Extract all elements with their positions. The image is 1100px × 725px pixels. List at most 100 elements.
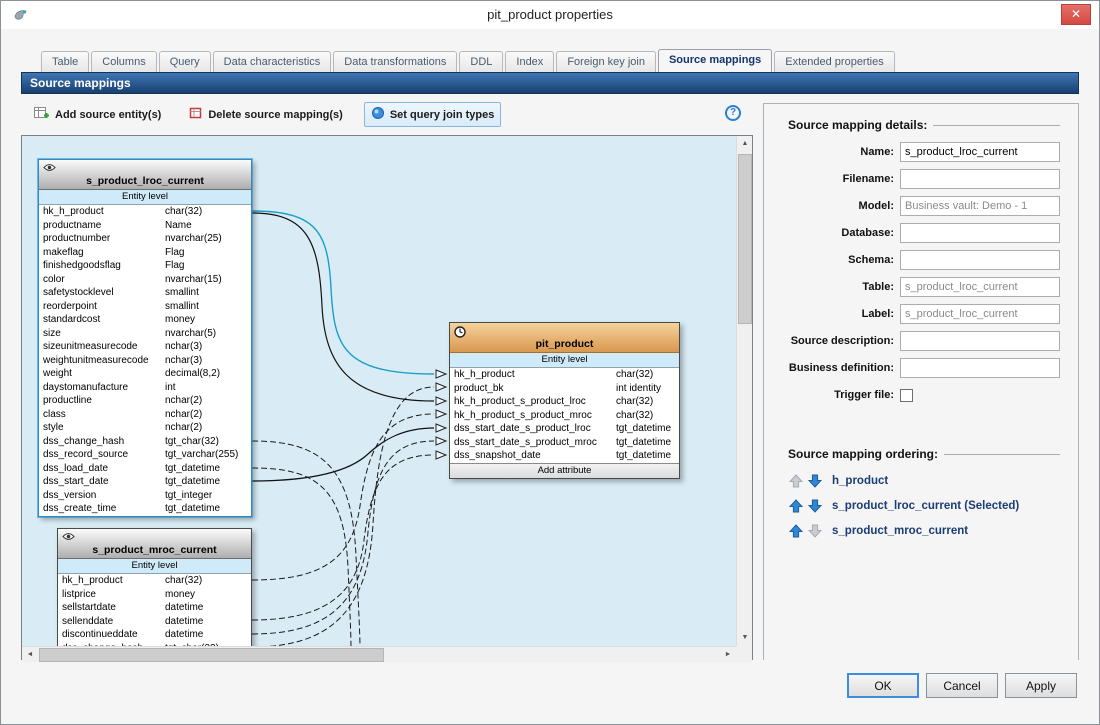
column-row[interactable]: dss_load_datetgt_datetime: [39, 462, 251, 476]
column-row[interactable]: classnchar(2): [39, 408, 251, 422]
column-row[interactable]: daystomanufactureint: [39, 381, 251, 395]
column-row[interactable]: productnameName: [39, 219, 251, 233]
column-row[interactable]: dss_create_timetgt_datetime: [39, 502, 251, 516]
column-type: Name: [165, 219, 192, 233]
apply-button[interactable]: Apply: [1005, 673, 1077, 698]
details-title: Source mapping details:: [788, 118, 927, 132]
horizontal-scroll-thumb[interactable]: [39, 648, 384, 662]
move-up-button[interactable]: [788, 499, 803, 514]
column-row[interactable]: productlinenchar(2): [39, 394, 251, 408]
field-input-business-definition[interactable]: [900, 358, 1060, 378]
column-row[interactable]: sellstartdatedatetime: [58, 601, 251, 615]
field-input-source-description[interactable]: [900, 331, 1060, 351]
tab-extended-properties[interactable]: Extended properties: [774, 51, 894, 72]
column-name: dss_create_time: [43, 502, 165, 516]
entity-columns: hk_h_productchar(32)product_bkint identi…: [450, 368, 679, 463]
column-name: dss_start_date_s_product_lroc: [454, 422, 616, 436]
tab-query[interactable]: Query: [159, 51, 211, 72]
tab-data-characteristics[interactable]: Data characteristics: [213, 51, 332, 72]
scroll-down-arrow[interactable]: ▼: [737, 630, 753, 646]
properties-dialog: pit_product properties ✕ TableColumnsQue…: [0, 0, 1100, 725]
vertical-scroll-thumb[interactable]: [738, 154, 752, 324]
column-row[interactable]: hk_h_productchar(32): [450, 368, 679, 382]
delete-source-mapping-button[interactable]: Delete source mapping(s): [182, 102, 349, 127]
column-row[interactable]: dss_change_hashtgt_char(32): [39, 435, 251, 449]
column-row[interactable]: sizenvarchar(5): [39, 327, 251, 341]
column-row[interactable]: hk_h_productchar(32): [39, 205, 251, 219]
move-up-button[interactable]: [788, 524, 803, 539]
diagram-canvas[interactable]: s_product_lroc_currentEntity levelhk_h_p…: [21, 135, 753, 663]
column-row[interactable]: makeflagFlag: [39, 246, 251, 260]
set-query-join-types-button[interactable]: Set query join types: [364, 102, 502, 127]
column-row[interactable]: dss_start_datetgt_datetime: [39, 475, 251, 489]
field-row-label: Label:: [788, 304, 1060, 324]
column-type: money: [165, 588, 195, 602]
ok-button[interactable]: OK: [847, 673, 919, 698]
column-row[interactable]: discontinueddatedatetime: [58, 628, 251, 642]
column-row[interactable]: reorderpointsmallint: [39, 300, 251, 314]
field-row-filename: Filename:: [788, 169, 1060, 189]
column-name: hk_h_product: [43, 205, 165, 219]
help-icon[interactable]: ?: [725, 105, 741, 121]
delete-table-icon: [189, 106, 203, 123]
column-row[interactable]: sizeunitmeasurecodenchar(3): [39, 340, 251, 354]
column-row[interactable]: sellenddatedatetime: [58, 615, 251, 629]
column-type: nchar(2): [165, 421, 202, 435]
field-input-name[interactable]: [900, 142, 1060, 162]
entity-header[interactable]: s_product_lroc_current: [39, 160, 251, 190]
tab-columns[interactable]: Columns: [91, 51, 156, 72]
column-row[interactable]: dss_snapshot_datetgt_datetime: [450, 449, 679, 463]
entity-header[interactable]: s_product_mroc_current: [58, 529, 251, 559]
tab-ddl[interactable]: DDL: [459, 51, 503, 72]
column-row[interactable]: colornvarchar(15): [39, 273, 251, 287]
entity-header[interactable]: pit_product: [450, 323, 679, 353]
column-row[interactable]: productnumbernvarchar(25): [39, 232, 251, 246]
column-row[interactable]: safetystocklevelsmallint: [39, 286, 251, 300]
scroll-right-arrow[interactable]: ►: [720, 647, 736, 663]
column-row[interactable]: finishedgoodsflagFlag: [39, 259, 251, 273]
entity-level-label: Entity level: [450, 353, 679, 368]
tab-index[interactable]: Index: [505, 51, 554, 72]
tab-table[interactable]: Table: [41, 51, 89, 72]
move-down-button[interactable]: [807, 499, 822, 514]
field-input-database[interactable]: [900, 223, 1060, 243]
column-row[interactable]: dss_start_date_s_product_mroctgt_datetim…: [450, 436, 679, 450]
column-row[interactable]: product_bkint identity: [450, 382, 679, 396]
column-name: productnumber: [43, 232, 165, 246]
column-row[interactable]: weightdecimal(8,2): [39, 367, 251, 381]
column-row[interactable]: dss_versiontgt_integer: [39, 489, 251, 503]
field-row-name: Name:: [788, 142, 1060, 162]
column-name: reorderpoint: [43, 300, 165, 314]
column-row[interactable]: stylenchar(2): [39, 421, 251, 435]
horizontal-scrollbar[interactable]: ◄ ►: [22, 646, 736, 662]
scroll-left-arrow[interactable]: ◄: [22, 647, 38, 663]
column-row[interactable]: hk_h_productchar(32): [58, 574, 251, 588]
trigger-file-checkbox[interactable]: [900, 389, 913, 402]
tab-data-transformations[interactable]: Data transformations: [333, 51, 457, 72]
entity-s-product-lroc-current[interactable]: s_product_lroc_currentEntity levelhk_h_p…: [38, 159, 252, 517]
cancel-button[interactable]: Cancel: [926, 673, 998, 698]
column-type: money: [165, 313, 195, 327]
close-button[interactable]: ✕: [1061, 4, 1091, 25]
column-row[interactable]: dss_start_date_s_product_lroctgt_datetim…: [450, 422, 679, 436]
tab-source-mappings[interactable]: Source mappings: [658, 49, 772, 72]
column-row[interactable]: weightunitmeasurecodenchar(3): [39, 354, 251, 368]
column-row[interactable]: dss_record_sourcetgt_varchar(255): [39, 448, 251, 462]
add-source-entity-button[interactable]: Add source entity(s): [27, 102, 168, 127]
column-row[interactable]: hk_h_product_s_product_lrocchar(32): [450, 395, 679, 409]
entity-title: s_product_mroc_current: [58, 544, 251, 556]
entity-s-product-mroc-current[interactable]: s_product_mroc_currentEntity levelhk_h_p…: [57, 528, 252, 656]
move-down-button[interactable]: [807, 474, 822, 489]
field-label: Trigger file:: [788, 389, 900, 401]
tab-foreign-key-join[interactable]: Foreign key join: [556, 51, 656, 72]
column-row[interactable]: hk_h_product_s_product_mrocchar(32): [450, 409, 679, 423]
column-row[interactable]: listpricemoney: [58, 588, 251, 602]
window-title: pit_product properties: [1, 7, 1099, 22]
field-input-schema[interactable]: [900, 250, 1060, 270]
field-input-filename[interactable]: [900, 169, 1060, 189]
add-attribute-button[interactable]: Add attribute: [450, 463, 679, 478]
entity-pit-product[interactable]: pit_productEntity levelhk_h_productchar(…: [449, 322, 680, 479]
vertical-scrollbar[interactable]: ▲ ▼: [736, 136, 752, 646]
scroll-up-arrow[interactable]: ▲: [737, 136, 753, 152]
column-row[interactable]: standardcostmoney: [39, 313, 251, 327]
